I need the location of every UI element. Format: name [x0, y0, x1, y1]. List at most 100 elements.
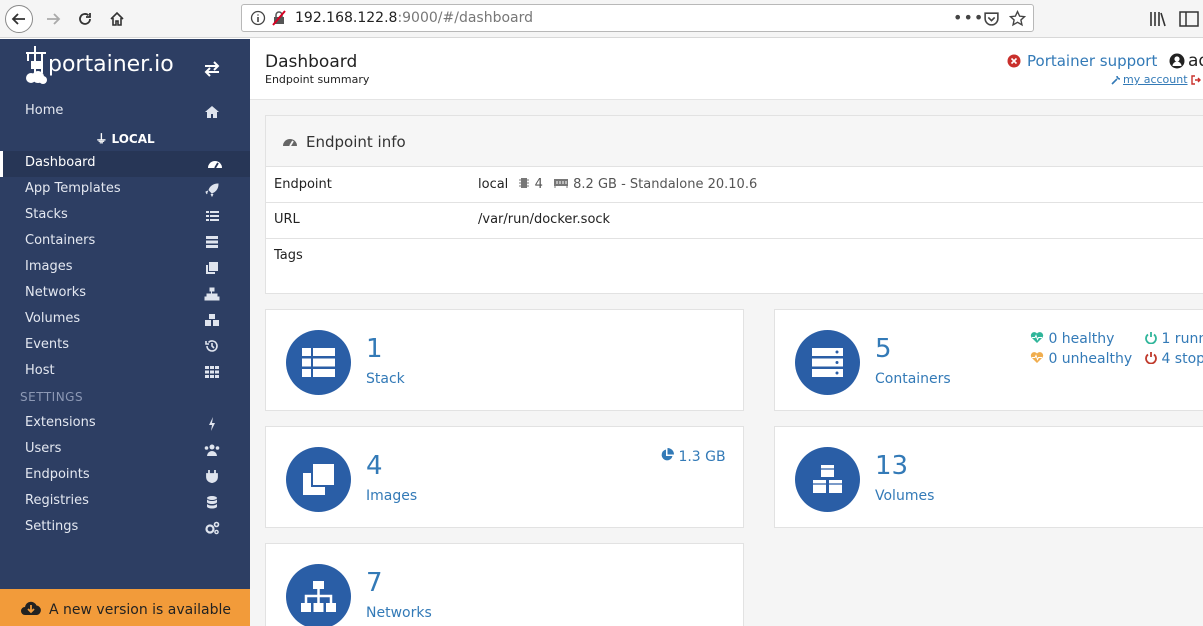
- sidebar-item-label: Extensions: [25, 415, 96, 430]
- tags-row: Tags: [266, 239, 1203, 294]
- back-button[interactable]: [5, 5, 33, 33]
- running-count: 1 runn: [1145, 331, 1203, 347]
- dashboard-icon: [208, 161, 222, 169]
- wrench-icon: [1111, 75, 1121, 85]
- images-tile[interactable]: 4 Images 1.3 GB: [265, 426, 744, 528]
- my-account-link[interactable]: my account: [1123, 73, 1188, 86]
- endpoint-info-panel: Endpoint info Endpoint local 4 8.2 GB - …: [265, 115, 1203, 294]
- sidebar-item-dashboard[interactable]: Dashboard: [0, 151, 250, 177]
- sidebar-item-label: Registries: [25, 493, 89, 508]
- exchange-icon[interactable]: [203, 61, 221, 77]
- page-title: Dashboard: [265, 52, 358, 72]
- url-value: /var/run/docker.sock: [478, 212, 611, 227]
- sidebar-item-events[interactable]: Events: [0, 333, 250, 359]
- page-subtitle: Endpoint summary: [265, 73, 370, 86]
- sidebar-item-networks[interactable]: Networks: [0, 281, 250, 307]
- sidebar-item-stacks[interactable]: Stacks: [0, 203, 250, 229]
- images-label: Images: [366, 488, 418, 504]
- url-key: URL: [274, 212, 300, 227]
- volumes-tile-circle: [795, 447, 860, 512]
- containers-tile-circle: [795, 330, 860, 395]
- browser-toolbar: 192.168.122.8:9000/#/dashboard •••: [0, 0, 1203, 38]
- home-icon: [110, 11, 124, 26]
- tags-key: Tags: [274, 248, 303, 263]
- sidebar: portainer.io Home ⏚ LOCAL Dashboard App …: [0, 39, 250, 626]
- containers-count: 5: [875, 334, 892, 364]
- cogs-icon: [205, 521, 220, 535]
- forward-button[interactable]: [39, 5, 67, 33]
- username: ad: [1188, 51, 1203, 71]
- user-circle-icon: [1169, 53, 1185, 69]
- heartbeat-icon: [1030, 332, 1044, 343]
- sidebar-item-label: Events: [25, 337, 70, 352]
- cloud-download-icon: [21, 601, 41, 615]
- microchip-icon: [519, 178, 530, 188]
- sidebar-item-settings[interactable]: Settings: [0, 515, 250, 541]
- arrow-left-icon: [11, 13, 25, 25]
- power-icon: [1145, 332, 1157, 345]
- heartbeat-icon: [1030, 352, 1044, 363]
- sidebar-toggle-icon[interactable]: [1179, 10, 1199, 28]
- sidebar-item-registries[interactable]: Registries: [0, 489, 250, 515]
- healthy-count: 0 healthy: [1030, 331, 1114, 347]
- update-banner[interactable]: A new version is available: [0, 589, 250, 626]
- plug-icon: [206, 470, 218, 483]
- insecure-lock-icon[interactable]: [271, 10, 287, 26]
- volumes-label: Volumes: [875, 488, 935, 504]
- users-icon: [204, 444, 220, 456]
- home-button[interactable]: [103, 5, 131, 33]
- containers-tile[interactable]: 5 Containers 0 healthy 0 unhealthy 1 run…: [774, 309, 1203, 411]
- support-icon: [1007, 54, 1021, 68]
- stack-count: 1: [366, 334, 383, 364]
- sidebar-item-containers[interactable]: Containers: [0, 229, 250, 255]
- settings-heading: SETTINGS: [20, 390, 84, 404]
- sidebar-item-home[interactable]: Home: [0, 99, 250, 125]
- endpoint-info-header: Endpoint info: [266, 116, 1203, 167]
- info-icon[interactable]: [250, 10, 266, 26]
- sidebar-item-label: App Templates: [25, 181, 121, 196]
- endpoint-value: local 4 8.2 GB - Standalone 20.10.6: [478, 177, 758, 192]
- library-icon[interactable]: [1149, 10, 1167, 28]
- sidebar-item-images[interactable]: Images: [0, 255, 250, 281]
- bookmark-star-icon[interactable]: [1009, 10, 1026, 27]
- stack-tile-circle: [286, 330, 351, 395]
- portainer-support-link[interactable]: Portainer support: [1027, 52, 1157, 70]
- reload-button[interactable]: [71, 5, 99, 33]
- sidebar-item-label: Volumes: [25, 311, 81, 326]
- sidebar-item-endpoints[interactable]: Endpoints: [0, 463, 250, 489]
- sidebar-item-label: Stacks: [25, 207, 68, 222]
- clone-icon: [303, 464, 334, 495]
- portainer-logo-text[interactable]: portainer.io: [48, 52, 174, 77]
- sidebar-item-host[interactable]: Host: [0, 359, 250, 385]
- address-bar[interactable]: 192.168.122.8:9000/#/dashboard •••: [241, 4, 1034, 32]
- networks-count: 7: [366, 568, 383, 598]
- networks-tile[interactable]: 7 Networks: [265, 543, 744, 626]
- url-text[interactable]: 192.168.122.8:9000/#/dashboard: [295, 10, 533, 26]
- endpoint-name: ⏚ LOCAL: [95, 132, 155, 146]
- sidebar-item-app-templates[interactable]: App Templates: [0, 177, 250, 203]
- sidebar-item-extensions[interactable]: Extensions: [0, 411, 250, 437]
- reload-icon: [79, 13, 91, 25]
- sidebar-item-users[interactable]: Users: [0, 437, 250, 463]
- sitemap-icon: [301, 581, 336, 612]
- url-row: URL /var/run/docker.sock: [266, 203, 1203, 239]
- sidebar-item-label: Settings: [25, 519, 79, 534]
- list-icon: [206, 211, 219, 221]
- stack-tile[interactable]: 1 Stack: [265, 309, 744, 411]
- sidebar-item-label: Networks: [25, 285, 87, 300]
- logo-row: portainer.io: [0, 39, 250, 99]
- server-icon: [812, 348, 843, 377]
- sitemap-icon: [204, 287, 220, 301]
- memory-icon: [554, 179, 568, 188]
- main-content: Dashboard Endpoint summary Portainer sup…: [250, 39, 1203, 626]
- sidebar-item-label: Endpoints: [25, 467, 90, 482]
- more-actions-icon[interactable]: •••: [953, 8, 984, 27]
- sidebar-item-volumes[interactable]: Volumes: [0, 307, 250, 333]
- networks-label: Networks: [366, 605, 432, 621]
- cubes-icon: [205, 314, 219, 326]
- pocket-icon[interactable]: [983, 10, 1000, 27]
- sign-out-icon[interactable]: [1191, 75, 1201, 85]
- volumes-tile[interactable]: 13 Volumes: [774, 426, 1203, 528]
- images-tile-circle: [286, 447, 351, 512]
- server-icon: [206, 236, 218, 248]
